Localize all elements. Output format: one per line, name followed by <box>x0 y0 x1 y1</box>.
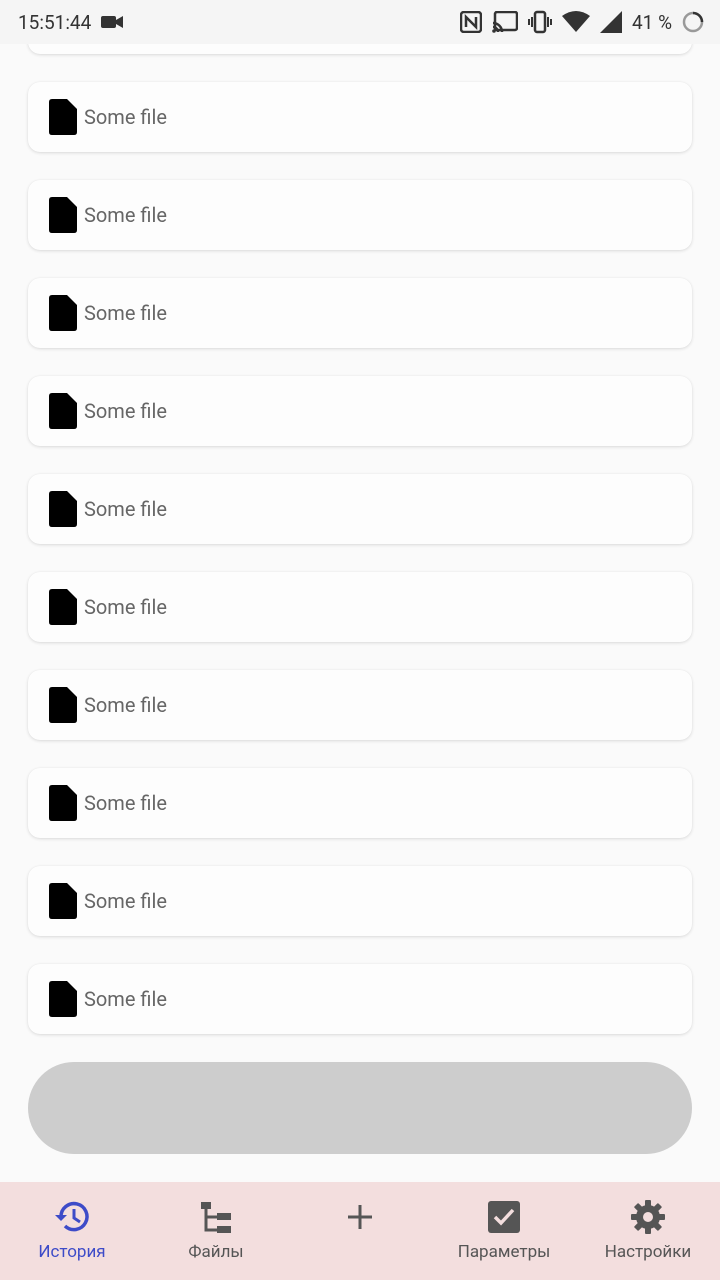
nav-item-parameters[interactable]: Параметры <box>432 1182 576 1280</box>
clock: 15:51:44 <box>18 10 92 34</box>
file-icon <box>48 197 78 233</box>
battery-icon <box>682 11 704 33</box>
nav-label: Параметры <box>457 1242 551 1262</box>
file-icon <box>48 295 78 331</box>
nav-label: История <box>38 1242 106 1262</box>
list-item[interactable]: Some file <box>28 474 692 544</box>
file-label: Some file <box>84 595 167 619</box>
file-icon <box>48 981 78 1017</box>
list-item[interactable]: Some file <box>28 572 692 642</box>
signal-icon <box>600 11 622 33</box>
file-tree-icon <box>199 1198 233 1236</box>
history-icon <box>53 1198 91 1236</box>
list-item[interactable]: Some file <box>28 82 692 152</box>
nav-item-settings[interactable]: Настройки <box>576 1182 720 1280</box>
gear-icon <box>630 1198 666 1236</box>
file-label: Some file <box>84 105 167 129</box>
file-label: Some file <box>84 301 167 325</box>
list-item[interactable]: Some file <box>28 278 692 348</box>
cast-icon <box>492 11 518 33</box>
list-item[interactable]: Some file <box>28 964 692 1034</box>
bottom-navigation: История Файлы Параметры Настройки <box>0 1182 720 1280</box>
battery-percent: 41 % <box>632 10 672 34</box>
checkbox-icon <box>487 1198 521 1236</box>
nav-item-history[interactable]: История <box>0 1182 144 1280</box>
file-label: Some file <box>84 203 167 227</box>
nav-label: Файлы <box>188 1242 244 1262</box>
wifi-icon <box>562 11 590 33</box>
video-camera-icon <box>101 14 124 30</box>
file-label: Some file <box>84 987 167 1011</box>
file-label: Some file <box>84 497 167 521</box>
list-item[interactable]: Some file <box>28 768 692 838</box>
status-bar: 15:51:44 41 % <box>0 0 720 44</box>
file-icon <box>48 393 78 429</box>
list-item[interactable]: Some file <box>28 670 692 740</box>
list-item[interactable]: Some file <box>28 866 692 936</box>
file-icon <box>48 883 78 919</box>
nav-item-add[interactable] <box>288 1182 432 1280</box>
nfc-icon <box>460 11 482 33</box>
list-item[interactable]: Some file <box>28 376 692 446</box>
vibrate-icon <box>528 10 552 34</box>
nav-item-files[interactable]: Файлы <box>144 1182 288 1280</box>
file-icon <box>48 99 78 135</box>
plus-icon <box>345 1198 375 1236</box>
file-icon <box>48 687 78 723</box>
file-icon <box>48 589 78 625</box>
file-label: Some file <box>84 693 167 717</box>
list-item[interactable]: Some file <box>28 180 692 250</box>
file-list: Some file Some file Some file Some file … <box>0 0 720 1182</box>
file-label: Some file <box>84 889 167 913</box>
nav-label: Настройки <box>604 1242 692 1262</box>
file-icon <box>48 491 78 527</box>
file-label: Some file <box>84 791 167 815</box>
file-label: Some file <box>84 399 167 423</box>
file-icon <box>48 785 78 821</box>
primary-action-button[interactable] <box>28 1062 692 1154</box>
